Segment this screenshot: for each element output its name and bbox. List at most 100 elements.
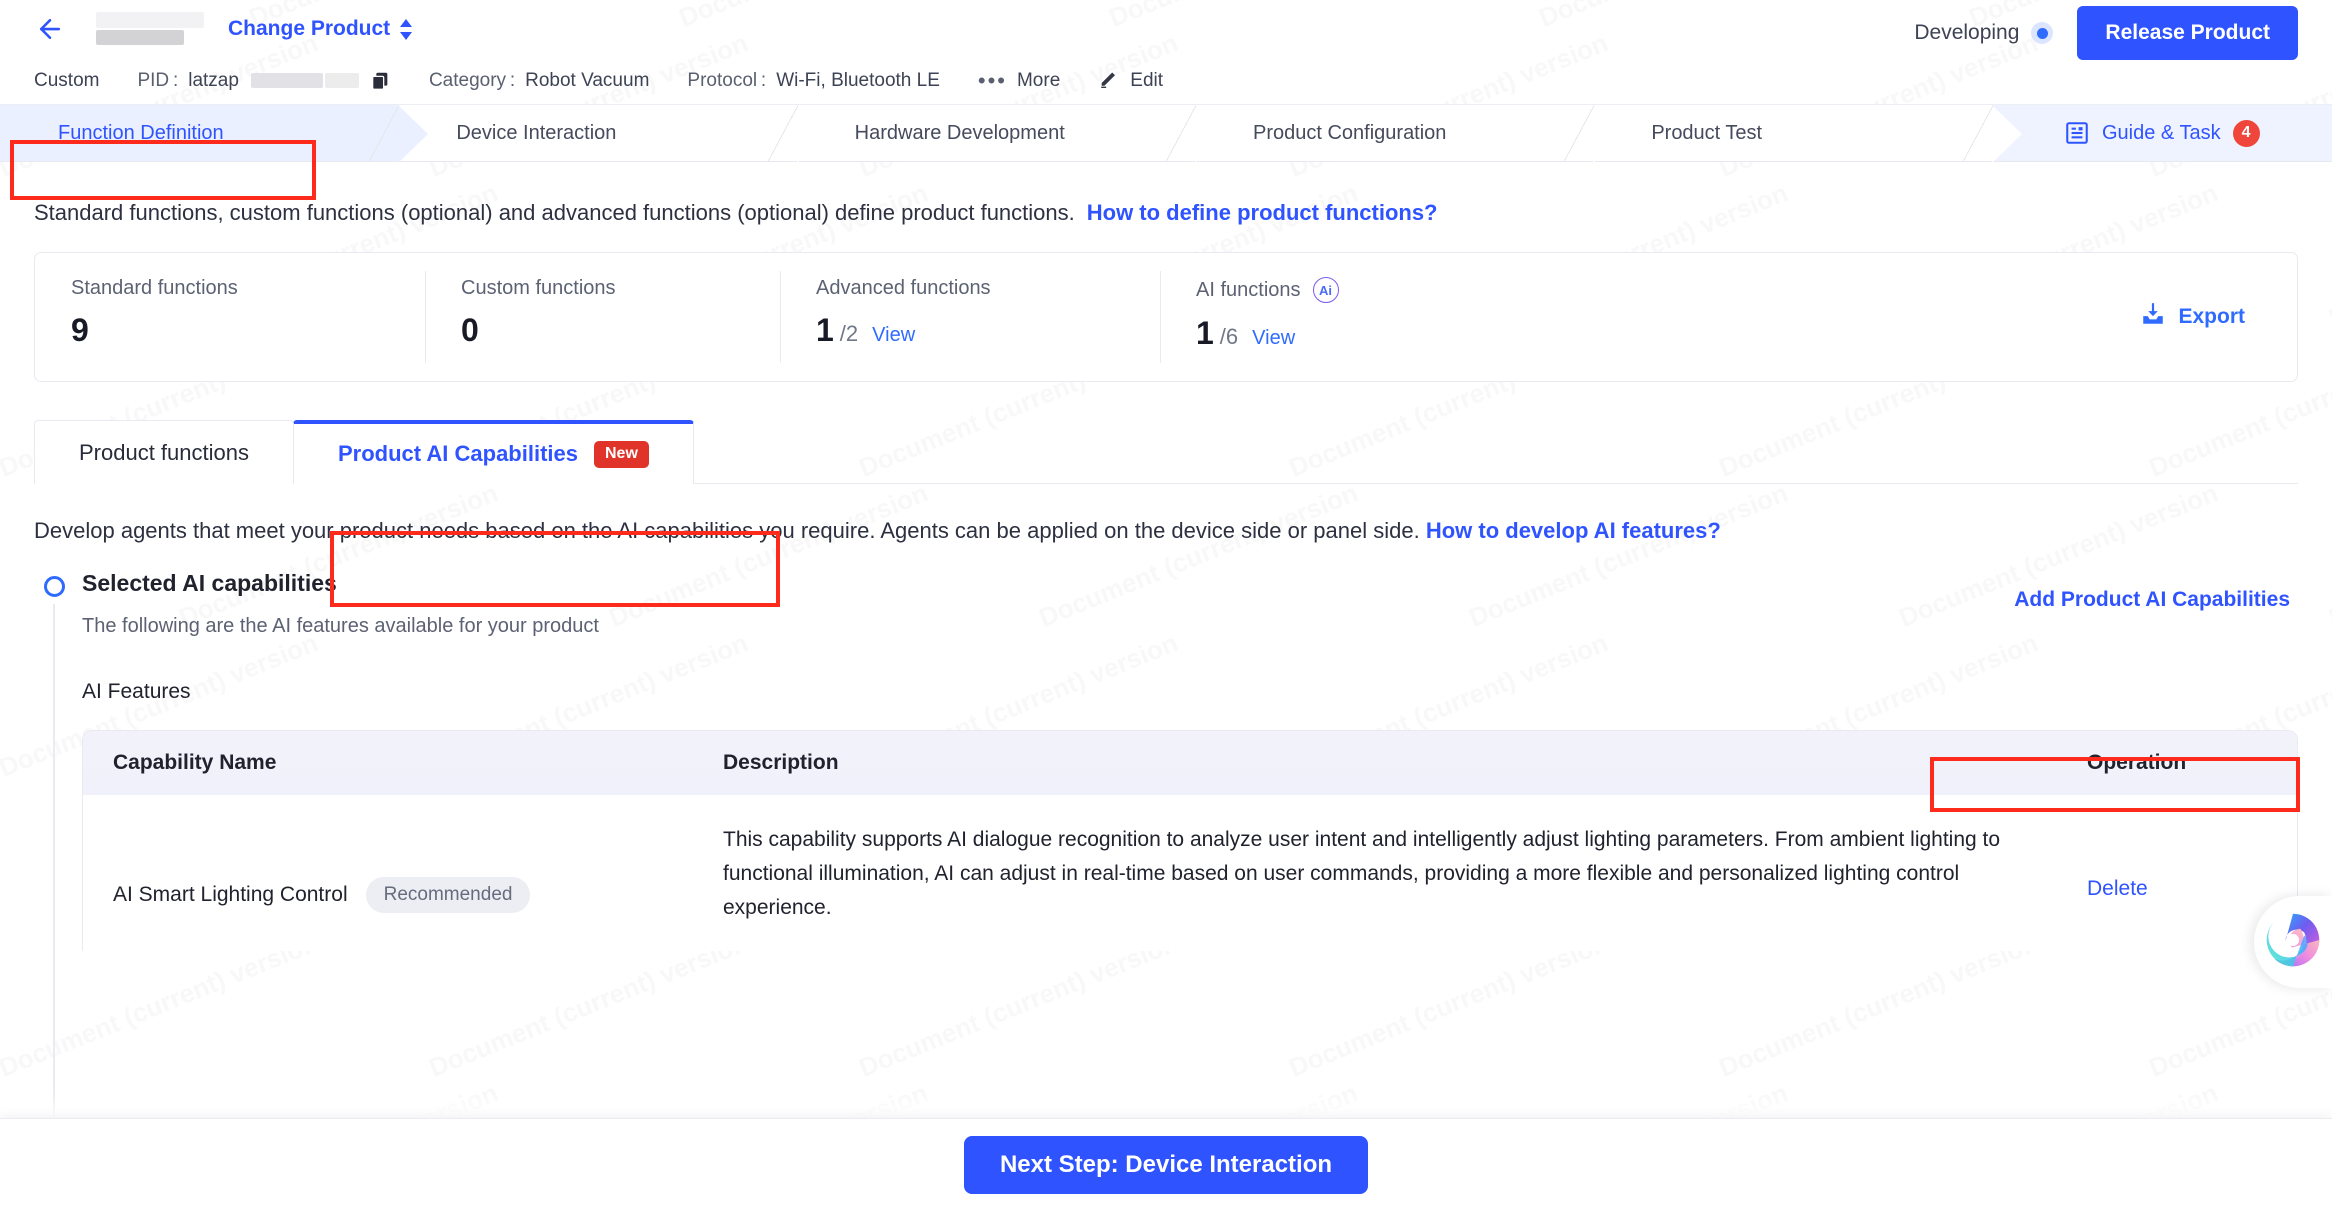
add-product-ai-capabilities-button[interactable]: Add Product AI Capabilities <box>2014 588 2298 612</box>
cell-description: This capability supports AI dialogue rec… <box>723 828 2001 920</box>
footer-bar: Next Step: Device Interaction <box>0 1118 2332 1210</box>
stat-label: AI functions Ai <box>1196 277 1540 303</box>
cell-capability-name: AI Smart Lighting Control Recommended <box>83 823 723 913</box>
edit-button[interactable]: Edit <box>1098 67 1163 95</box>
header-actions: Developing Release Product <box>1914 6 2298 60</box>
status-badge: Developing <box>1914 21 2054 45</box>
guide-list-icon <box>2064 120 2090 146</box>
tab-label: Hardware Development <box>854 121 1065 144</box>
ai-desc-sentence: Develop agents that meet your product ne… <box>34 518 1420 543</box>
step-bullet-icon <box>44 576 65 597</box>
ai-assistant-button[interactable] <box>2254 896 2332 988</box>
ellipsis-icon: ••• <box>977 68 1007 93</box>
new-badge: New <box>594 440 649 468</box>
header-meta-row: Custom PID : latzap Category : Robot Vac… <box>34 58 2298 104</box>
step-tabs: Function Definition Device Interaction H… <box>0 104 2332 163</box>
subtab-label: Product functions <box>79 439 249 465</box>
column-header-capability-name: Capability Name <box>113 751 277 774</box>
ai-swirl-icon <box>2263 910 2323 975</box>
change-product-button[interactable]: Change Product <box>228 17 413 41</box>
status-label: Developing <box>1914 21 2020 44</box>
how-to-define-link[interactable]: How to define product functions? <box>1087 200 1438 225</box>
product-name-redacted <box>96 12 206 46</box>
stat-custom-functions: Custom functions 0 <box>425 253 780 381</box>
status-dot-icon <box>2031 22 2054 44</box>
stat-total: /2 <box>839 321 859 346</box>
stat-total: /6 <box>1219 324 1239 349</box>
more-label: More <box>1016 70 1061 91</box>
change-product-label: Change Product <box>228 17 391 40</box>
delete-capability-button[interactable]: Delete <box>2087 823 2297 901</box>
stat-number: 0 <box>461 312 479 348</box>
back-arrow-icon[interactable] <box>30 9 70 49</box>
selected-capabilities-title: Selected AI capabilities <box>82 570 337 596</box>
stat-number: 1 <box>816 312 834 348</box>
table-header-row: Capability Name Description Operation <box>83 731 2297 795</box>
stat-value: 1 /2 View <box>816 312 1160 349</box>
chevron-updown-icon <box>399 18 413 40</box>
intro-sentence: Standard functions, custom functions (op… <box>34 200 1075 225</box>
tab-function-definition[interactable]: Function Definition <box>0 105 429 163</box>
selected-capabilities-subtitle: The following are the AI features availa… <box>82 615 599 637</box>
category-value: Robot Vacuum <box>525 70 650 91</box>
next-step-button[interactable]: Next Step: Device Interaction <box>963 1135 1369 1194</box>
how-to-develop-ai-link[interactable]: How to develop AI features? <box>1426 518 1721 543</box>
category-label: Category : <box>428 70 516 91</box>
tab-hardware-development[interactable]: Hardware Development <box>796 105 1226 163</box>
pid-redacted <box>249 70 359 92</box>
more-button[interactable]: ••• More <box>978 68 1060 94</box>
capability-name-text: AI Smart Lighting Control <box>113 883 348 906</box>
pid-text: latzap <box>188 70 239 91</box>
export-download-icon <box>2140 301 2166 333</box>
product-type: Custom <box>34 70 100 91</box>
stat-value: 9 <box>71 312 425 349</box>
stat-number: 9 <box>71 312 89 348</box>
guide-task-count-badge: 4 <box>2232 119 2260 147</box>
pid-label: PID : <box>137 70 179 91</box>
protocol-label: Protocol : <box>687 70 767 91</box>
function-summary-card: Standard functions 9 Custom functions 0 … <box>34 252 2298 382</box>
tab-label: Function Definition <box>58 121 224 144</box>
edit-label: Edit <box>1130 70 1164 91</box>
intro-text: Standard functions, custom functions (op… <box>34 162 2298 252</box>
step-connector-line <box>53 604 55 1122</box>
stat-label: Custom functions <box>461 277 616 299</box>
stat-number: 1 <box>1196 315 1214 351</box>
subtab-label: Product AI Capabilities <box>337 441 578 466</box>
view-advanced-functions-link[interactable]: View <box>872 324 915 347</box>
pencil-icon <box>1098 67 1120 95</box>
protocol-value: Wi-Fi, Bluetooth LE <box>776 70 940 91</box>
view-ai-functions-link[interactable]: View <box>1252 327 1295 350</box>
ai-badge-icon: Ai <box>1312 277 1339 303</box>
stat-ai-functions: AI functions Ai 1 /6 View <box>1160 253 1540 381</box>
column-header-operation: Operation <box>2087 751 2187 774</box>
stat-label: Advanced functions <box>816 277 991 299</box>
export-label: Export <box>2178 305 2245 328</box>
tab-label: Product Test <box>1651 121 1763 144</box>
table-row: AI Smart Lighting Control Recommended Th… <box>83 795 2297 952</box>
subtab-product-ai-capabilities[interactable]: Product AI Capabilities New <box>292 420 694 484</box>
ai-features-title: AI Features <box>82 680 191 703</box>
stat-standard-functions: Standard functions 9 <box>35 253 425 381</box>
page-header: Change Product Custom PID : latzap Categ… <box>0 0 2332 104</box>
sub-tabs: Product functions Product AI Capabilitie… <box>34 420 2298 484</box>
tab-product-configuration[interactable]: Product Configuration <box>1194 105 1624 163</box>
guide-label: Guide & Task <box>2102 121 2221 144</box>
recommended-tag: Recommended <box>365 877 531 913</box>
main-content: Standard functions, custom functions (op… <box>0 162 2332 1122</box>
stat-value: 1 /6 View <box>1196 315 1540 352</box>
scroll-fade <box>0 1092 2332 1118</box>
stat-label-text: AI functions <box>1196 278 1301 301</box>
tab-product-test[interactable]: Product Test <box>1593 105 2022 163</box>
column-header-description: Description <box>723 751 839 774</box>
tab-label: Product Configuration <box>1252 121 1447 144</box>
export-button[interactable]: Export <box>2140 301 2297 333</box>
subtab-product-functions[interactable]: Product functions <box>34 420 294 484</box>
release-product-button[interactable]: Release Product <box>2077 6 2298 60</box>
tab-guide-and-task[interactable]: Guide & Task 4 <box>1991 105 2332 161</box>
ai-capabilities-description: Develop agents that meet your product ne… <box>34 484 2298 570</box>
copy-icon[interactable] <box>369 70 391 92</box>
tab-label: Device Interaction <box>456 121 617 144</box>
stat-advanced-functions: Advanced functions 1 /2 View <box>780 253 1160 381</box>
tab-device-interaction[interactable]: Device Interaction <box>398 105 828 163</box>
